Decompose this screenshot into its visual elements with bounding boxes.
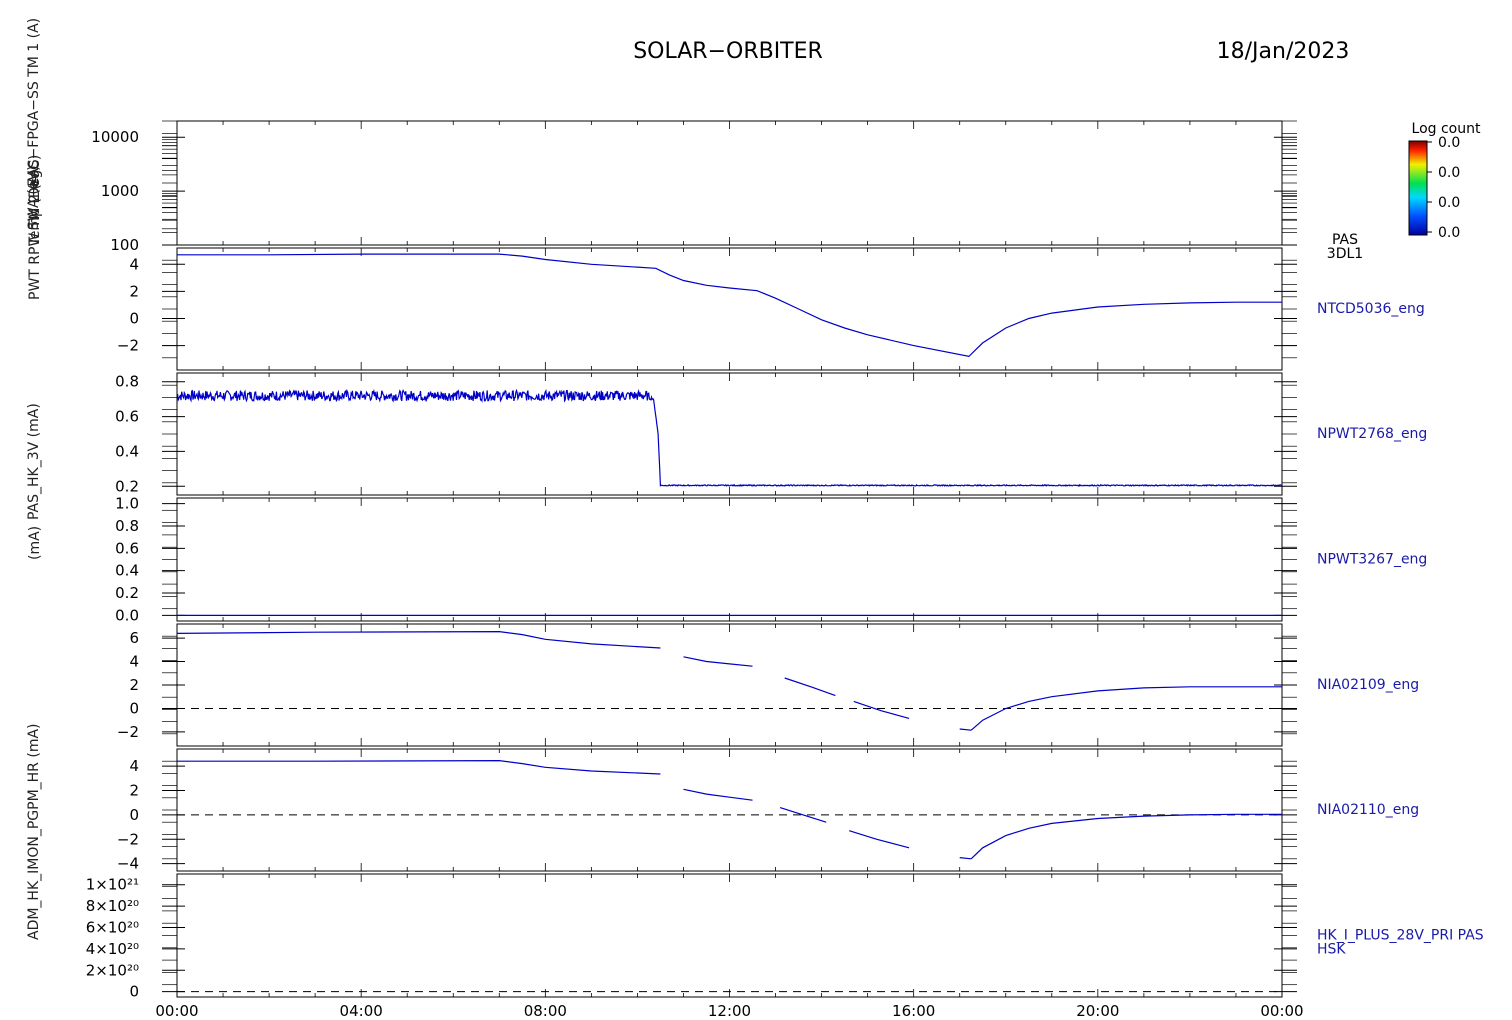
- colorbar-tick-label: 0.0: [1438, 195, 1460, 211]
- series-segment: [683, 656, 753, 667]
- figure: SOLAR−ORBITER 18/Jan/2023 Log count0.00.…: [26, 18, 1484, 1020]
- series-segment: [784, 677, 836, 697]
- y-axis-label: (mA): [27, 526, 43, 560]
- y-tick-label: 0.8: [115, 517, 139, 535]
- y-axis-label: PWT RPW TM 2 (A): [27, 169, 43, 300]
- series-segment: [779, 807, 827, 823]
- time-tick-label: 04:00: [340, 1002, 383, 1020]
- time-tick-label: 08:00: [524, 1002, 567, 1020]
- colorbar-gradient: [1408, 140, 1428, 236]
- y-tick-label: 100: [110, 236, 139, 254]
- y-tick-label: 0.0: [115, 606, 139, 624]
- panel-5: 6 4 2 0 −2 NIA02109_eng: [117, 623, 1419, 747]
- plot-title: SOLAR−ORBITER: [633, 39, 823, 64]
- series-line: [177, 253, 1282, 358]
- y-axis-label: ADM_HK_IMON_PGPM_HR (mA): [26, 723, 42, 940]
- panel-label: NPWT2768_eng: [1317, 426, 1427, 442]
- y-tick-label: 0.6: [115, 539, 139, 557]
- colorbar-tick-label: 0.0: [1438, 225, 1460, 241]
- colorbar: Log count0.00.00.00.0: [1408, 121, 1481, 241]
- panel-frame: [176, 120, 1283, 246]
- y-tick-label: 10000: [91, 128, 139, 146]
- panel-2: 4 2 0 −2 NTCD5036_eng: [117, 247, 1425, 371]
- y-tick-label: 4: [129, 653, 139, 671]
- series-segment: [959, 728, 972, 731]
- series-segment: [959, 857, 972, 860]
- y-tick-label: 0: [129, 309, 139, 327]
- panel-frame: [176, 372, 1283, 496]
- panel-1: 100001000100 PAS3DL1: [91, 120, 1363, 262]
- series-segment: [176, 630, 661, 649]
- y-tick-label: 2: [129, 676, 139, 694]
- y-axis-labels: (eV)Temp (DegC)SWA−EAS−FPGA−SS TM 1 (A)P…: [26, 18, 43, 940]
- panel-label: NIA02109_eng: [1317, 677, 1419, 693]
- y-axis-label: PAS_HK_3V (mA): [26, 403, 42, 520]
- panel-label: HSK: [1317, 942, 1346, 958]
- y-tick-label: 6×10²⁰: [86, 918, 139, 936]
- series-segment: [683, 788, 753, 801]
- time-axis: 00:00 04:00 08:00 12:00 16:00 20:00 00:00: [155, 1002, 1303, 1020]
- y-tick-label: 0: [129, 699, 139, 717]
- y-tick-label: 0.8: [115, 373, 139, 391]
- y-tick-label: 1.0: [115, 495, 139, 513]
- time-tick-label: 12:00: [708, 1002, 751, 1020]
- panel-7: 1×10²¹8×10²⁰6×10²⁰4×10²⁰2×10²⁰0HK_I_PLUS…: [86, 873, 1484, 1001]
- series-segment: [177, 759, 661, 775]
- series-segment: [849, 830, 910, 849]
- series-line: [176, 388, 1283, 487]
- panel-3: 0.8 0.6 0.4 0.2 NPWT2768_eng: [115, 372, 1427, 496]
- panel-label: 3DL1: [1327, 246, 1363, 262]
- time-tick-label: 00:00: [155, 1002, 198, 1020]
- panel-4: 1.0 0.8 0.6 0.4 0.2 0.0 NPWT3267_eng: [115, 495, 1427, 625]
- time-tick-label: 16:00: [892, 1002, 935, 1020]
- y-tick-label: −2: [117, 337, 139, 355]
- y-tick-label: 0: [129, 806, 139, 824]
- panel-label: NPWT3267_eng: [1317, 552, 1427, 568]
- panel-frame: [176, 247, 1283, 371]
- y-tick-label: 1000: [101, 182, 139, 200]
- series-segment: [970, 813, 1282, 860]
- y-tick-label: 2×10²⁰: [86, 961, 139, 979]
- y-tick-label: −4: [117, 855, 139, 873]
- y-tick-label: 2: [129, 282, 139, 300]
- panel-frame: [176, 497, 1283, 622]
- y-tick-label: 4×10²⁰: [86, 940, 139, 958]
- y-tick-label: 0.4: [115, 442, 139, 460]
- panel-frame: [176, 623, 1283, 747]
- y-tick-label: 8×10²⁰: [86, 897, 139, 915]
- y-tick-label: 0.2: [115, 477, 139, 495]
- y-tick-label: 0.6: [115, 408, 139, 426]
- panel-label: NIA02110_eng: [1317, 802, 1419, 818]
- panels: 100001000100 PAS3DL1420−2NTCD5036_eng0.80…: [86, 120, 1484, 1001]
- y-tick-label: 0.4: [115, 562, 139, 580]
- y-tick-label: 4: [129, 757, 139, 775]
- y-tick-label: 0: [129, 983, 139, 1001]
- colorbar-tick-label: 0.0: [1438, 135, 1460, 151]
- panel-frame: [176, 873, 1283, 998]
- panel-6: 4 2 0 −2 −4 NIA02110_eng: [117, 748, 1419, 873]
- panel-label: NTCD5036_eng: [1317, 301, 1425, 317]
- panel-frame: [176, 748, 1283, 872]
- y-tick-label: 6: [129, 629, 139, 647]
- y-tick-label: 4: [129, 255, 139, 273]
- y-tick-label: −2: [117, 830, 139, 848]
- y-tick-label: 2: [129, 781, 139, 799]
- time-tick-label: 20:00: [1076, 1002, 1119, 1020]
- y-tick-label: −2: [117, 723, 139, 741]
- y-tick-label: 0.2: [115, 584, 139, 602]
- y-tick-label: 1×10²¹: [86, 876, 139, 894]
- time-tick-label: 00:00: [1260, 1002, 1303, 1020]
- colorbar-tick-label: 0.0: [1438, 165, 1460, 181]
- plot-date: 18/Jan/2023: [1217, 39, 1350, 64]
- series-segment: [853, 700, 910, 719]
